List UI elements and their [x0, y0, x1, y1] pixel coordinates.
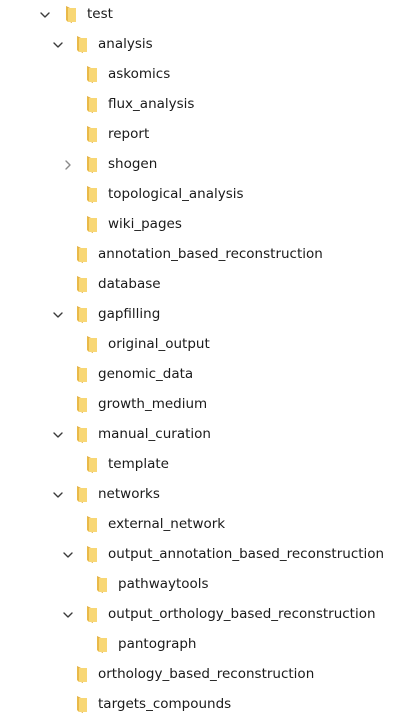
- folder-icon: [85, 335, 99, 354]
- folder-name: networks: [98, 486, 160, 502]
- folder-name: genomic_data: [98, 366, 194, 382]
- chevron-down-icon[interactable]: [38, 8, 52, 22]
- folder-icon: [85, 545, 99, 564]
- folder-icon: [75, 665, 89, 684]
- tree-row[interactable]: orthology_based_reconstruction: [0, 660, 412, 690]
- folder-icon: [75, 695, 89, 714]
- chevron-down-icon[interactable]: [51, 308, 65, 322]
- folder-name: output_orthology_based_reconstruction: [108, 606, 376, 622]
- tree-row[interactable]: report: [0, 120, 412, 150]
- folder-icon: [85, 65, 99, 84]
- folder-name: database: [98, 276, 161, 292]
- folder-icon: [95, 575, 109, 594]
- tree-row[interactable]: pantograph: [0, 630, 412, 660]
- tree-row[interactable]: flux_analysis: [0, 90, 412, 120]
- folder-name: askomics: [108, 66, 171, 82]
- folder-name: test: [87, 6, 113, 22]
- folder-name: annotation_based_reconstruction: [98, 246, 323, 262]
- folder-icon: [85, 215, 99, 234]
- tree-row[interactable]: gapfilling: [0, 300, 412, 330]
- chevron-down-icon[interactable]: [51, 428, 65, 442]
- folder-name: orthology_based_reconstruction: [98, 666, 315, 682]
- tree-row[interactable]: output_annotation_based_reconstruction: [0, 540, 412, 570]
- folder-icon: [75, 305, 89, 324]
- tree-row[interactable]: manual_curation: [0, 420, 412, 450]
- tree-row[interactable]: external_network: [0, 510, 412, 540]
- folder-name: analysis: [98, 36, 153, 52]
- folder-name: external_network: [108, 516, 226, 532]
- folder-icon: [75, 275, 89, 294]
- tree-row[interactable]: output_orthology_based_reconstruction: [0, 600, 412, 630]
- folder-icon: [75, 425, 89, 444]
- folder-name: topological_analysis: [108, 186, 244, 202]
- folder-icon: [85, 455, 99, 474]
- folder-icon: [75, 35, 89, 54]
- folder-name: flux_analysis: [108, 96, 195, 112]
- folder-icon: [85, 605, 99, 624]
- tree-row[interactable]: original_output: [0, 330, 412, 360]
- tree-row[interactable]: pathwaytools: [0, 570, 412, 600]
- chevron-down-icon[interactable]: [61, 548, 75, 562]
- folder-icon: [85, 185, 99, 204]
- folder-name: gapfilling: [98, 306, 161, 322]
- folder-icon: [75, 485, 89, 504]
- folder-name: template: [108, 456, 169, 472]
- folder-icon: [75, 365, 89, 384]
- folder-name: pantograph: [118, 636, 197, 652]
- tree-row[interactable]: template: [0, 450, 412, 480]
- folder-icon: [75, 245, 89, 264]
- tree-row[interactable]: shogen: [0, 150, 412, 180]
- folder-name: growth_medium: [98, 396, 208, 412]
- folder-icon: [85, 155, 99, 174]
- tree-row[interactable]: topological_analysis: [0, 180, 412, 210]
- tree-row[interactable]: database: [0, 270, 412, 300]
- tree-row[interactable]: networks: [0, 480, 412, 510]
- tree-row[interactable]: analysis: [0, 30, 412, 60]
- folder-icon: [85, 95, 99, 114]
- folder-name: targets_compounds: [98, 696, 232, 712]
- chevron-down-icon[interactable]: [61, 608, 75, 622]
- folder-tree: test analysis askomics flux_analysisreport s…: [0, 0, 412, 723]
- folder-icon: [85, 125, 99, 144]
- tree-row[interactable]: targets_compounds: [0, 690, 412, 720]
- folder-icon: [85, 515, 99, 534]
- tree-row[interactable]: wiki_pages: [0, 210, 412, 240]
- folder-icon: [95, 635, 109, 654]
- folder-name: manual_curation: [98, 426, 211, 442]
- chevron-down-icon[interactable]: [51, 38, 65, 52]
- chevron-right-icon[interactable]: [61, 158, 75, 172]
- folder-name: report: [108, 126, 150, 142]
- folder-name: wiki_pages: [108, 216, 182, 232]
- tree-row[interactable]: genomic_data: [0, 360, 412, 390]
- tree-row[interactable]: test: [0, 0, 412, 30]
- chevron-down-icon[interactable]: [51, 488, 65, 502]
- folder-icon: [64, 5, 78, 24]
- folder-name: pathwaytools: [118, 576, 209, 592]
- folder-icon: [75, 395, 89, 414]
- tree-row[interactable]: annotation_based_reconstruction: [0, 240, 412, 270]
- folder-name: original_output: [108, 336, 210, 352]
- tree-row[interactable]: growth_medium: [0, 390, 412, 420]
- tree-row[interactable]: askomics: [0, 60, 412, 90]
- folder-name: shogen: [108, 156, 158, 172]
- folder-name: output_annotation_based_reconstruction: [108, 546, 385, 562]
